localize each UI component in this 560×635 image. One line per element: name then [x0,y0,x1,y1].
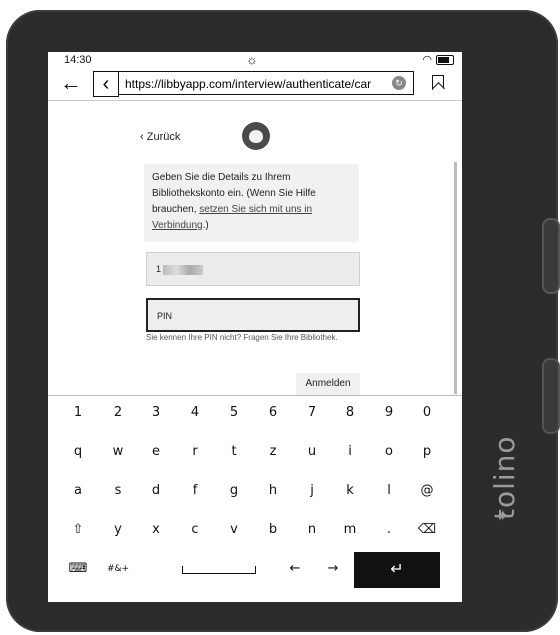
back-link[interactable]: ‹ Zurück [140,131,180,143]
key-j[interactable]: j [295,476,329,506]
key-i[interactable]: i [333,437,367,467]
page-back-button[interactable] [542,358,560,434]
device-brand: tolino [488,435,521,520]
key-b[interactable]: b [256,515,290,545]
browser-back-button[interactable]: ‹ [93,71,119,97]
key-p[interactable]: p [410,437,444,467]
key-r[interactable]: r [178,437,212,467]
key-u[interactable]: u [295,437,329,467]
key-8[interactable]: 8 [333,398,367,428]
clock: 14:30 [64,54,92,66]
back-link-label: Zurück [146,131,181,143]
libby-avatar [242,122,270,150]
toolbar-divider [48,100,462,101]
browser-toolbar: ← ‹ https://libbyapp.com/interview/authe… [48,68,462,98]
key-n[interactable]: n [295,515,329,545]
shift-key-icon[interactable]: ⇧ [61,515,95,545]
pin-hint: Sie kennen Ihre PIN nicht? Fragen Sie Ih… [146,333,338,342]
face-icon [249,129,263,143]
space-key[interactable] [182,566,256,574]
key-4[interactable]: 4 [178,398,212,428]
key-a[interactable]: a [61,476,95,506]
key-h[interactable]: h [256,476,290,506]
keyboard-row-bottom: ⌨ #&+ ← → ↵ [48,552,462,588]
key-g[interactable]: g [217,476,251,506]
key-3[interactable]: 3 [139,398,173,428]
keyboard-hide-icon[interactable]: ⌨ [61,554,95,584]
key-f[interactable]: f [178,476,212,506]
wifi-icon: ◠ [422,54,432,66]
key-5[interactable]: 5 [217,398,251,428]
redacted-card-number [163,264,204,275]
key-y[interactable]: y [101,515,135,545]
key-9[interactable]: 9 [372,398,406,428]
key-m[interactable]: m [333,515,367,545]
key-c[interactable]: c [178,515,212,545]
key-v[interactable]: v [217,515,251,545]
keyboard-row-qwertz: q w e r t z u i o p [48,437,462,471]
symbols-key[interactable]: #&+ [101,554,135,584]
scrollbar[interactable] [454,162,457,394]
close-browser-arrow-icon[interactable]: ← [60,70,82,96]
keyboard-row-asdf: a s d f g h j k l @ [48,476,462,510]
key-l[interactable]: l [372,476,406,506]
key-k[interactable]: k [333,476,367,506]
on-screen-keyboard: 1 2 3 4 5 6 7 8 9 0 q w e r t z u i o p … [48,396,462,602]
login-button[interactable]: Anmelden [296,373,360,395]
key-q[interactable]: q [61,437,95,467]
key-t[interactable]: t [217,437,251,467]
card-number-prefix: 1 [156,264,162,274]
url-field[interactable]: https://libbyapp.com/interview/authentic… [118,71,414,95]
info-text-end: .) [202,220,209,231]
url-text: https://libbyapp.com/interview/authentic… [125,77,372,91]
enter-key-icon[interactable]: ↵ [354,552,440,588]
pin-input[interactable]: PIN [146,298,360,332]
key-e[interactable]: e [139,437,173,467]
screen: 14:30 ☼ ◠ ← ‹ https://libbyapp.com/inter… [48,52,462,602]
keyboard-row-yxcv: ⇧ y x c v b n m . ⌫ [48,515,462,549]
key-z[interactable]: z [256,437,290,467]
key-period[interactable]: . [372,515,406,545]
page-forward-button[interactable] [542,218,560,294]
libby-login-page: ‹ Zurück Geben Sie die Details zu Ihrem … [48,106,462,390]
keyboard-row-numbers: 1 2 3 4 5 6 7 8 9 0 [48,398,462,432]
reload-icon[interactable]: ↻ [392,76,406,90]
key-w[interactable]: w [101,437,135,467]
status-bar: 14:30 ☼ ◠ [48,52,462,68]
key-2[interactable]: 2 [101,398,135,428]
key-d[interactable]: d [139,476,173,506]
info-box: Geben Sie die Details zu Ihrem Bibliothe… [144,164,359,242]
key-7[interactable]: 7 [295,398,329,428]
backspace-key-icon[interactable]: ⌫ [410,515,444,545]
battery-icon [436,55,454,65]
bookmark-icon[interactable] [432,75,444,90]
key-at[interactable]: @ [410,476,444,506]
key-0[interactable]: 0 [410,398,444,428]
cursor-left-key-icon[interactable]: ← [278,554,312,584]
key-1[interactable]: 1 [61,398,95,428]
key-6[interactable]: 6 [256,398,290,428]
cursor-right-key-icon[interactable]: → [316,554,350,584]
brightness-icon[interactable]: ☼ [246,52,258,67]
pin-placeholder: PIN [157,311,173,321]
key-s[interactable]: s [101,476,135,506]
key-x[interactable]: x [139,515,173,545]
card-number-input[interactable]: 1 [146,252,360,286]
key-o[interactable]: o [372,437,406,467]
